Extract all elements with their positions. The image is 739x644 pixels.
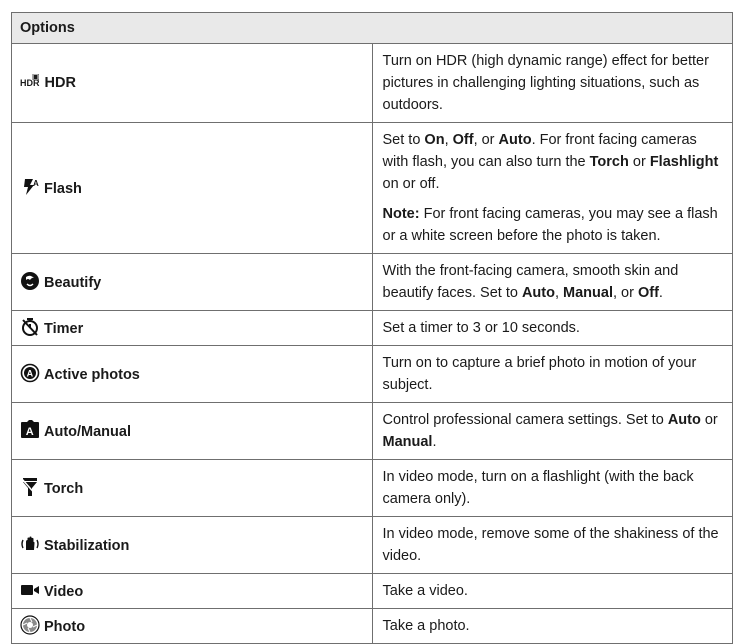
option-name-cell: Torch — [11, 459, 373, 517]
svg-text:A: A — [26, 426, 34, 438]
table-row: Beautify With the front-facing camera, s… — [11, 253, 733, 311]
option-name: Photo — [44, 618, 86, 635]
option-description: In video mode, turn on a flashlight (wit… — [371, 459, 733, 517]
torch-icon — [20, 477, 40, 497]
flash-auto-icon: A — [20, 177, 40, 197]
description-text: Take a photo. — [382, 618, 470, 634]
option-name: Beautify — [44, 274, 102, 291]
option-name: Flash — [44, 180, 82, 197]
table-header-row: Options — [11, 12, 733, 44]
hdr-icon: HDR ▣ — [20, 72, 40, 88]
option-name-cell: Beautify — [11, 253, 373, 311]
table-row: Stabilization In video mode, remove some… — [11, 516, 733, 574]
option-description: With the front-facing camera, smooth ski… — [371, 253, 733, 311]
option-name-cell: A Flash — [11, 122, 373, 254]
description-text: Turn on HDR (high dynamic range) effect … — [382, 53, 709, 113]
manual-mode-icon: A — [20, 419, 40, 440]
option-name-cell: Stabilization — [11, 516, 373, 574]
video-camera-icon — [20, 580, 40, 600]
options-table: Options HDR ▣ HDR Turn on HDR (high dynami… — [11, 12, 733, 644]
description-text: In video mode, remove some of the shakin… — [382, 526, 719, 564]
option-name-cell: Timer — [11, 310, 373, 346]
option-description: In video mode, remove some of the shakin… — [371, 516, 733, 574]
description-text: Take a video. — [382, 583, 468, 599]
table-row: Timer Set a timer to 3 or 10 seconds. — [11, 310, 733, 346]
table-row: HDR ▣ HDR Turn on HDR (high dynamic range)… — [11, 43, 733, 123]
option-description: Set a timer to 3 or 10 seconds. — [371, 310, 733, 346]
option-description: Set to On, Off, or Auto. For front facin… — [371, 122, 733, 254]
description-text: Set to On, Off, or Auto. For front facin… — [382, 132, 719, 192]
stabilization-icon — [20, 534, 40, 554]
option-description: Turn on to capture a brief photo in moti… — [371, 345, 733, 403]
table-row: A Active photos Turn on to capture a bri… — [11, 345, 733, 403]
description-text: In video mode, turn on a flashlight (wit… — [382, 469, 694, 507]
table-row: Video Take a video. — [11, 573, 733, 609]
description-text: With the front-facing camera, smooth ski… — [382, 263, 679, 301]
option-name-cell: Photo — [11, 608, 373, 644]
table-header: Options — [11, 12, 733, 44]
note-text: Note: For front facing cameras, you may … — [382, 206, 718, 244]
option-name: Auto/Manual — [44, 423, 131, 440]
option-name-cell: Video — [11, 573, 373, 609]
description-text: Turn on to capture a brief photo in moti… — [382, 355, 697, 393]
option-name-cell: HDR ▣ HDR — [11, 43, 373, 123]
option-name: Active photos — [44, 366, 140, 383]
option-name: Timer — [44, 320, 84, 337]
table-row: A Auto/Manual Control professional camer… — [11, 402, 733, 460]
active-photos-icon: A — [20, 363, 40, 383]
beautify-face-icon — [20, 271, 40, 291]
option-description: Take a photo. — [371, 608, 733, 644]
option-name: Torch — [44, 480, 84, 497]
table-row: Photo Take a photo. — [11, 608, 733, 644]
svg-text:A: A — [33, 179, 39, 188]
description-text: Control professional camera settings. Se… — [382, 412, 718, 450]
option-description: Take a video. — [371, 573, 733, 609]
description-text: Set a timer to 3 or 10 seconds. — [382, 320, 580, 336]
table-row: Torch In video mode, turn on a flashligh… — [11, 459, 733, 517]
option-description: Turn on HDR (high dynamic range) effect … — [371, 43, 733, 123]
table-row: A Flash Set to On, Off, or Auto. For fro… — [11, 122, 733, 254]
option-description: Control professional camera settings. Se… — [371, 402, 733, 460]
option-name: Stabilization — [44, 537, 130, 554]
option-name-cell: A Active photos — [11, 345, 373, 403]
shutter-icon — [20, 614, 40, 635]
option-name: HDR — [44, 75, 76, 91]
option-name-cell: A Auto/Manual — [11, 402, 373, 460]
svg-text:A: A — [27, 368, 34, 378]
timer-icon — [20, 317, 40, 337]
